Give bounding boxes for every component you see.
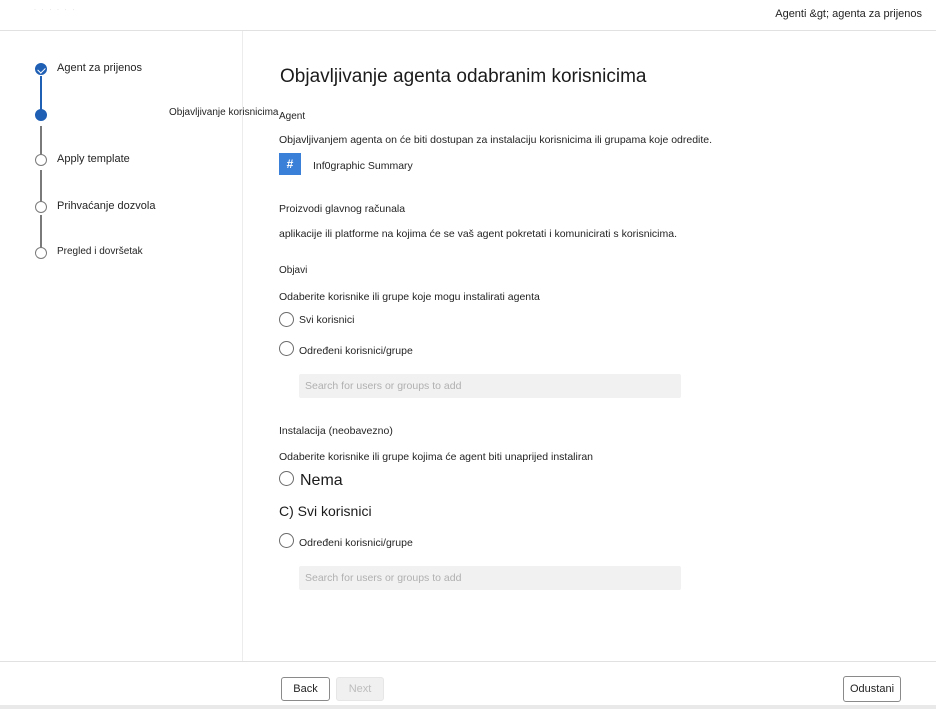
host-products-heading: Proizvodi glavnog računala xyxy=(279,203,406,215)
step-apply-template[interactable]: Apply template xyxy=(0,153,243,174)
agent-description: Objavljivanjem agenta on će biti dostupa… xyxy=(279,134,713,146)
step-label: Pregled i dovršetak xyxy=(57,246,143,257)
main-panel: Objavljivanje agenta odabranim korisnici… xyxy=(243,31,936,661)
step-review-finish[interactable]: Pregled i dovršetak xyxy=(0,246,243,267)
next-button[interactable]: Next xyxy=(336,677,384,701)
install-all-users-label[interactable]: C) Svi korisnici xyxy=(279,503,372,519)
install-heading: Instalacija (neobavezno) xyxy=(279,425,393,437)
publish-all-users-label[interactable]: Svi korisnici xyxy=(299,314,354,326)
install-none-label[interactable]: Nema xyxy=(300,472,343,490)
bottom-divider xyxy=(0,705,936,709)
agent-app-icon: # xyxy=(279,153,301,175)
step-label: Agent za prijenos xyxy=(57,62,142,74)
pending-step-icon xyxy=(35,154,47,166)
publish-specific-users-label[interactable]: Određeni korisnici/grupe xyxy=(299,345,413,357)
step-connector xyxy=(40,170,42,204)
top-bar: · · · · · · Agenti &gt; agenta za prijen… xyxy=(0,0,936,31)
step-label: Apply template xyxy=(57,153,130,165)
breadcrumb[interactable]: Agenti &gt; agenta za prijenos xyxy=(775,8,922,20)
faint-header-text: · · · · · · xyxy=(34,7,77,13)
agent-heading: Agent xyxy=(279,111,306,122)
current-step-icon xyxy=(35,109,47,121)
install-specific-users-label[interactable]: Određeni korisnici/grupe xyxy=(299,537,413,549)
footer-bar: Back Next Odustani xyxy=(0,661,936,709)
install-none-radio[interactable] xyxy=(279,471,294,486)
step-accept-permissions[interactable]: Prihvaćanje dozvola xyxy=(0,200,243,221)
agent-name: Inf0graphic Summary xyxy=(313,160,413,172)
cancel-button[interactable]: Odustani xyxy=(843,676,901,702)
pending-step-icon xyxy=(35,201,47,213)
step-label: Prihvaćanje dozvola xyxy=(57,200,156,212)
install-description: Odaberite korisnike ili grupe kojima će … xyxy=(279,451,594,463)
checkmark-icon xyxy=(35,63,47,75)
install-search-input[interactable] xyxy=(299,566,681,590)
host-products-description: aplikacije ili platforme na kojima će se… xyxy=(279,228,677,240)
back-button[interactable]: Back xyxy=(281,677,330,701)
step-agent-upload[interactable]: Agent za prijenos xyxy=(0,62,243,83)
step-publish-to-users[interactable]: Objavljivanje korisnicima xyxy=(0,107,278,129)
wizard-steps-sidebar: Agent za prijenos Objavljivanje korisnic… xyxy=(0,31,278,661)
publish-specific-users-radio[interactable] xyxy=(279,341,294,356)
publish-all-users-radio[interactable] xyxy=(279,312,294,327)
page-title: Objavljivanje agenta odabranim korisnici… xyxy=(280,66,647,87)
publish-heading: Objavi xyxy=(279,265,308,276)
publish-search-input[interactable] xyxy=(299,374,681,398)
install-specific-users-radio[interactable] xyxy=(279,533,294,548)
pending-step-icon xyxy=(35,247,47,259)
publish-description: Odaberite korisnike ili grupe koje mogu … xyxy=(279,291,540,303)
